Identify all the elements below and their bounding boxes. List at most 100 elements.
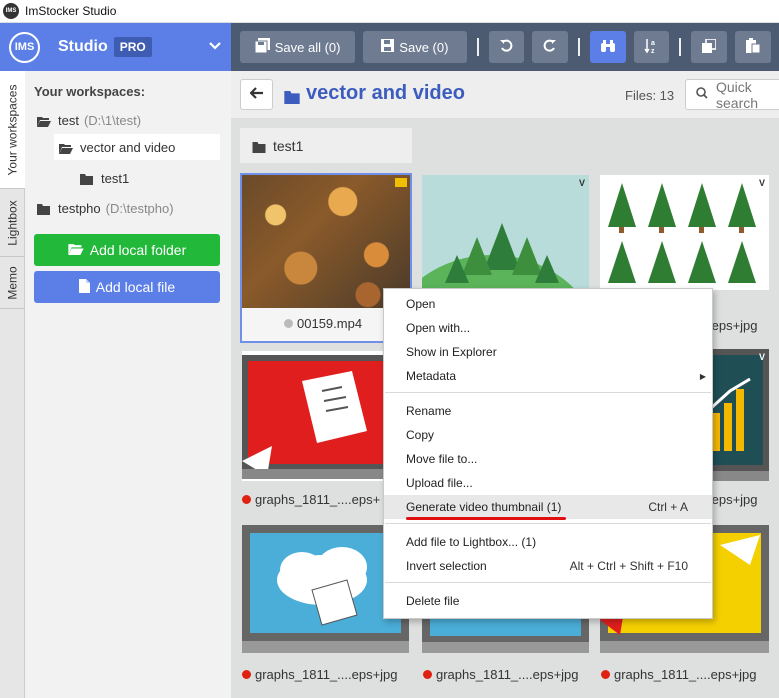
menu-item-delete-file[interactable]: Delete file (384, 589, 712, 613)
tab-your-workspaces[interactable]: Your workspaces (0, 71, 25, 189)
workspaces-sidebar: Your workspaces: test (D:\1\test) vector… (25, 71, 231, 698)
subfolder-label: test1 (273, 137, 304, 154)
back-button[interactable] (240, 79, 273, 110)
add-local-file-button[interactable]: Add local file (34, 271, 220, 303)
toolbar-divider (476, 38, 479, 56)
menu-separator (385, 392, 711, 393)
sort-button[interactable]: az (633, 31, 670, 63)
menu-item-label: Move file to... (406, 452, 478, 466)
file-context-menu: Open Open with... Show in Explorer Metad… (383, 288, 713, 619)
file-name: graphs_1811_....eps+jpg (614, 667, 757, 682)
tile-caption: graphs_1811_....eps+jpg (601, 667, 757, 682)
menu-item-move-file[interactable]: Move file to... (384, 447, 712, 471)
sort-az-icon: az (643, 38, 660, 57)
menu-item-shortcut: Ctrl + A (648, 500, 688, 514)
menu-item-label: Upload file... (406, 476, 473, 490)
file-tile[interactable]: V (600, 175, 769, 290)
folder-open-icon (37, 115, 51, 127)
tree-item-label: testpho (58, 200, 101, 216)
tree-item-path: (D:\1\test) (83, 112, 142, 128)
folder-icon (37, 203, 51, 215)
menu-item-label: Invert selection (406, 559, 487, 573)
brand-bar[interactable]: IMS Studio PRO (0, 23, 231, 71)
add-file-label: Add local file (95, 279, 176, 295)
menu-item-upload-file[interactable]: Upload file... (384, 471, 712, 495)
binoculars-icon (600, 39, 616, 56)
files-count: Files: 13 (625, 88, 675, 103)
menu-item-open[interactable]: Open (384, 292, 712, 316)
menu-item-label: Open (406, 297, 436, 311)
folder-icon (284, 87, 300, 104)
paste-button[interactable] (735, 31, 771, 63)
file-tile[interactable]: V (382, 175, 602, 455)
save-all-label: Save all (0) (274, 39, 341, 55)
folder-open-icon (68, 243, 84, 258)
tree-item-testpho[interactable]: testpho (D:\testpho) (37, 195, 174, 221)
add-folder-label: Add local folder (89, 242, 187, 258)
menu-item-label: Metadata (406, 369, 457, 383)
find-button[interactable] (589, 31, 626, 63)
file-name: .eps+jpg (708, 318, 758, 333)
tab-label: Your workspaces (5, 84, 20, 175)
undo-icon (499, 39, 513, 56)
menu-item-label: Show in Explorer (406, 345, 497, 359)
tree-item-test[interactable]: test (D:\1\test) (37, 107, 141, 133)
menu-item-rename[interactable]: Rename (384, 399, 712, 423)
redo-icon (543, 39, 557, 56)
tree-item-test1[interactable]: test1 (80, 165, 129, 191)
vector-thumbnail (600, 175, 769, 290)
menu-item-open-with[interactable]: Open with... (384, 316, 712, 340)
menu-item-label: Delete file (406, 594, 460, 608)
save-icon (381, 39, 395, 55)
status-dot (242, 670, 251, 679)
copy-icon (702, 37, 718, 56)
folder-header: vector and video Files: 13 Quick search (231, 71, 779, 119)
add-local-folder-button[interactable]: Add local folder (34, 234, 220, 266)
save-all-button[interactable]: Save all (0) (240, 31, 356, 63)
undo-button[interactable] (488, 31, 525, 63)
tree-item-vector-and-video[interactable]: vector and video (54, 134, 220, 160)
status-dot (601, 670, 610, 679)
search-icon (696, 87, 708, 102)
chevron-down-icon[interactable] (209, 39, 221, 53)
redo-button[interactable] (532, 31, 568, 63)
folder-title: vector and video (284, 82, 465, 105)
workspaces-heading: Your workspaces: (34, 84, 146, 99)
menu-separator (385, 582, 711, 583)
window-title: ImStocker Studio (25, 4, 117, 18)
vector-thumbnail (422, 618, 589, 653)
status-dot (284, 319, 293, 328)
file-name: .eps+jpg (708, 492, 758, 507)
menu-item-generate-video-thumbnail[interactable]: Generate video thumbnail (1) Ctrl + A (384, 495, 712, 519)
tab-label: Lightbox (5, 199, 20, 246)
tab-memo[interactable]: Memo (0, 257, 25, 309)
tile-caption: .eps+jpg (708, 318, 758, 333)
toolbar-divider (679, 38, 682, 56)
menu-item-invert-selection[interactable]: Invert selection Alt + Ctrl + Shift + F1… (384, 554, 712, 578)
subfolder-tile[interactable]: test1 (240, 128, 412, 163)
tab-lightbox[interactable]: Lightbox (0, 189, 25, 257)
tree-item-path: (D:\testpho) (105, 200, 174, 216)
copy-button[interactable] (691, 31, 728, 63)
search-placeholder: Quick search (716, 78, 759, 111)
menu-item-copy[interactable]: Copy (384, 423, 712, 447)
paste-icon (746, 38, 761, 56)
tile-caption: .eps+jpg (708, 492, 758, 507)
save-all-icon (254, 38, 270, 56)
file-tile[interactable] (422, 618, 589, 653)
menu-item-show-in-explorer[interactable]: Show in Explorer (384, 340, 712, 364)
tree-item-label: vector and video (80, 139, 176, 155)
menu-item-metadata[interactable]: Metadata ▶ (384, 364, 712, 388)
quick-search-input[interactable]: Quick search (685, 78, 779, 111)
save-button[interactable]: Save (0) (363, 31, 467, 63)
menu-item-add-to-lightbox[interactable]: Add file to Lightbox... (1) (384, 530, 712, 554)
vector-icon: V (758, 178, 765, 188)
tree-item-label: test1 (101, 170, 130, 186)
svg-text:z: z (651, 48, 655, 54)
app-logo-icon: IMS (3, 3, 19, 19)
menu-item-label: Generate video thumbnail (1) (406, 500, 562, 514)
menu-item-label: Open with... (406, 321, 471, 335)
tile-caption: graphs_1811_....eps+jpg (423, 667, 579, 682)
folder-icon (252, 140, 266, 153)
menu-item-label: Copy (406, 428, 435, 442)
